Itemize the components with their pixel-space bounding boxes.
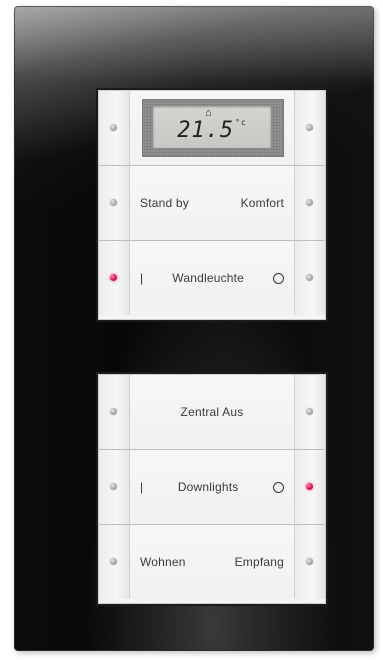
lcd-screen: ⌂ 21.5°c [153, 106, 271, 148]
wohnen-button[interactable] [99, 525, 130, 599]
wandleuchte-label-area: | Wandleuchte [130, 241, 294, 315]
zentral-aus-label-area: Zentral Aus [130, 375, 294, 449]
display-right-button[interactable] [294, 91, 325, 165]
wohnen-empfang-row: Wohnen Empfang [99, 525, 325, 599]
temperature-value: 21.5 [177, 118, 235, 143]
temperature-readout: 21.5°c [153, 118, 271, 143]
led-downlights-on [110, 483, 117, 490]
wohnen-label: Wohnen [140, 555, 186, 569]
wohnen-empfang-label-area: Wohnen Empfang [130, 525, 294, 599]
off-mark-icon [273, 481, 284, 493]
standby-komfort-row: Stand by Komfort [99, 166, 325, 241]
led-wandleuchte-on [110, 274, 117, 281]
led-wandleuchte-off [306, 274, 313, 281]
downlights-label: Downlights [177, 480, 239, 494]
on-mark-icon: | [140, 271, 144, 285]
empfang-label: Empfang [234, 555, 284, 569]
wandleuchte-label: Wandleuchte [172, 271, 245, 285]
on-mark-icon: | [140, 480, 144, 494]
led-downlights-off [306, 483, 313, 490]
komfort-label: Komfort [240, 196, 284, 210]
off-mark-icon [272, 272, 284, 284]
standby-komfort-label-area: Stand by Komfort [130, 166, 294, 240]
led-empfang [306, 558, 313, 565]
led-standby [110, 199, 117, 206]
led-display-right [306, 124, 313, 131]
zentral-aus-label: Zentral Aus [180, 405, 244, 419]
zentral-aus-left-button[interactable] [99, 375, 130, 449]
temperature-unit: °c [235, 118, 247, 127]
top-push-button-module: ⌂ 21.5°c Stand by Komfort | Wandleuchte [98, 90, 326, 320]
zentral-aus-right-button[interactable] [294, 375, 325, 449]
led-zentral-left [110, 408, 117, 415]
wandleuchte-off-button[interactable] [294, 241, 325, 315]
wandleuchte-on-button[interactable] [99, 241, 130, 315]
display-left-button[interactable] [99, 91, 130, 165]
lcd-display: ⌂ 21.5°c [142, 99, 284, 157]
led-display-left [110, 124, 117, 131]
led-komfort [306, 199, 313, 206]
standby-button[interactable] [99, 166, 130, 240]
zentral-aus-row: Zentral Aus [99, 375, 325, 450]
led-wohnen [110, 558, 117, 565]
bottom-push-button-module: Zentral Aus | Downlights Wohnen Empfang [98, 374, 326, 604]
led-zentral-right [306, 408, 313, 415]
downlights-row: | Downlights [99, 450, 325, 525]
empfang-button[interactable] [294, 525, 325, 599]
downlights-off-button[interactable] [294, 450, 325, 524]
komfort-button[interactable] [294, 166, 325, 240]
standby-label: Stand by [140, 196, 189, 210]
downlights-on-button[interactable] [99, 450, 130, 524]
switch-frame: ⌂ 21.5°c Stand by Komfort | Wandleuchte … [14, 6, 374, 651]
downlights-label-area: | Downlights [130, 450, 294, 524]
wandleuchte-row: | Wandleuchte [99, 241, 325, 315]
display-row: ⌂ 21.5°c [99, 91, 325, 166]
display-area: ⌂ 21.5°c [130, 91, 294, 165]
